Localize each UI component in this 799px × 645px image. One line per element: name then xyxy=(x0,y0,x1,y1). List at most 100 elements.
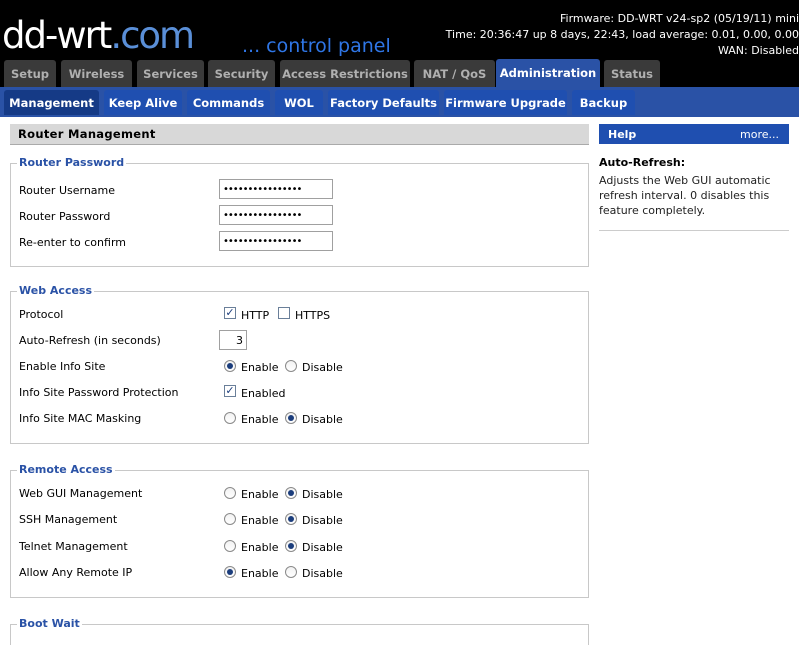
router-username-input[interactable]: •••••••••••••••• xyxy=(219,179,333,199)
info-site-password-checkbox[interactable]: ✓ xyxy=(224,385,236,397)
info-site-password-row: Info Site Password Protection ✓ Enabled xyxy=(19,383,579,403)
anyip-disable-label: Disable xyxy=(302,567,343,580)
firmware-version: Firmware: DD-WRT v24-sp2 (05/19/11) mini xyxy=(560,12,799,25)
page-title: Router Management xyxy=(10,124,589,145)
help-text: Adjusts the Web GUI automatic refresh in… xyxy=(599,174,771,217)
router-username-label: Router Username xyxy=(19,184,116,197)
anyip-disable-radio[interactable] xyxy=(285,566,297,578)
help-title: Help xyxy=(608,128,637,141)
webgui-enable-label: Enable xyxy=(241,488,279,501)
mac-masking-disable-label: Disable xyxy=(302,413,343,426)
control-panel-tagline: ... control panel xyxy=(242,35,391,57)
mac-masking-label: Info Site MAC Masking xyxy=(19,412,142,425)
info-site-enable-label: Enable xyxy=(241,361,279,374)
help-header: Help more... xyxy=(599,124,789,144)
logo-main: dd-wrt xyxy=(2,14,112,57)
subtab-keep-alive[interactable]: Keep Alive xyxy=(104,90,182,115)
info-site-label: Enable Info Site xyxy=(19,360,106,373)
subtab-management[interactable]: Management xyxy=(4,90,99,115)
logo-dot-com: .com xyxy=(110,14,195,57)
router-username-row: Router Username •••••••••••••••• xyxy=(19,179,579,201)
http-checkbox[interactable]: ✓ xyxy=(224,307,236,319)
info-site-row: Enable Info Site Enable Disable xyxy=(19,357,579,377)
main-content: Router Management Router Password Router… xyxy=(10,124,589,645)
mac-masking-enable-label: Enable xyxy=(241,413,279,426)
telnet-management-row: Telnet Management Enable Disable xyxy=(19,537,579,557)
info-site-disable-radio[interactable] xyxy=(285,360,297,372)
webgui-disable-radio[interactable] xyxy=(285,487,297,499)
webgui-enable-radio[interactable] xyxy=(224,487,236,499)
https-checkbox[interactable] xyxy=(278,307,290,319)
boot-wait-legend: Boot Wait xyxy=(17,616,82,632)
https-label: HTTPS xyxy=(295,309,331,322)
telnet-management-label: Telnet Management xyxy=(19,540,128,553)
protocol-row: Protocol ✓ HTTP HTTPS xyxy=(19,305,579,325)
tab-wireless[interactable]: Wireless xyxy=(61,60,132,87)
info-site-disable-label: Disable xyxy=(302,361,343,374)
webgui-management-label: Web GUI Management xyxy=(19,487,143,500)
subtab-firmware-upgrade[interactable]: Firmware Upgrade xyxy=(444,90,567,115)
help-panel: Help more... Auto-Refresh: Adjusts the W… xyxy=(599,124,789,231)
tab-access-restrictions[interactable]: Access Restrictions xyxy=(280,60,410,87)
confirm-password-row: Re-enter to confirm •••••••••••••••• xyxy=(19,231,579,253)
ssh-disable-label: Disable xyxy=(302,514,343,527)
tab-services[interactable]: Services xyxy=(137,60,204,87)
auto-refresh-row: Auto-Refresh (in seconds) 3 xyxy=(19,330,579,351)
dd-wrt-logo: dd-wrt.com xyxy=(2,14,195,58)
mac-masking-enable-radio[interactable] xyxy=(224,412,236,424)
protocol-label: Protocol xyxy=(19,308,64,321)
help-heading: Auto-Refresh: xyxy=(599,156,686,169)
allow-remote-ip-row: Allow Any Remote IP Enable Disable xyxy=(19,563,579,583)
wan-status: WAN: Disabled xyxy=(717,44,799,57)
router-password-row: Router Password •••••••••••••••• xyxy=(19,205,579,227)
tab-nat-qos[interactable]: NAT / QoS xyxy=(414,60,495,87)
ssh-management-row: SSH Management Enable Disable xyxy=(19,510,579,530)
router-password-legend: Router Password xyxy=(17,155,127,171)
subtab-factory-defaults[interactable]: Factory Defaults xyxy=(328,90,439,115)
tab-setup[interactable]: Setup xyxy=(4,60,56,87)
confirm-password-label: Re-enter to confirm xyxy=(19,236,126,249)
info-site-password-option: Enabled xyxy=(241,387,286,400)
mac-masking-row: Info Site MAC Masking Enable Disable xyxy=(19,409,579,429)
anyip-enable-radio[interactable] xyxy=(224,566,236,578)
auto-refresh-label: Auto-Refresh (in seconds) xyxy=(19,334,161,347)
help-divider xyxy=(599,230,789,231)
auto-refresh-input[interactable]: 3 xyxy=(219,330,247,350)
header: dd-wrt.com ... control panel Firmware: D… xyxy=(0,0,799,87)
confirm-password-input[interactable]: •••••••••••••••• xyxy=(219,231,333,251)
web-access-legend: Web Access xyxy=(17,283,95,299)
ssh-enable-label: Enable xyxy=(241,514,279,527)
tab-status[interactable]: Status xyxy=(604,60,660,87)
telnet-disable-radio[interactable] xyxy=(285,540,297,552)
info-site-password-label: Info Site Password Protection xyxy=(19,386,179,399)
sub-tabs: Management Keep Alive Commands WOL Facto… xyxy=(0,87,799,117)
help-more-link[interactable]: more... xyxy=(740,124,779,145)
telnet-enable-radio[interactable] xyxy=(224,540,236,552)
subtab-commands[interactable]: Commands xyxy=(187,90,270,115)
telnet-enable-label: Enable xyxy=(241,541,279,554)
info-site-enable-radio[interactable] xyxy=(224,360,236,372)
router-password-label: Router Password xyxy=(19,210,111,223)
router-password-section: Router Password Router Username ••••••••… xyxy=(10,155,589,267)
boot-wait-section: Boot Wait xyxy=(10,616,589,645)
ssh-enable-radio[interactable] xyxy=(224,513,236,525)
uptime-load: Time: 20:36:47 up 8 days, 22:43, load av… xyxy=(445,28,799,41)
mac-masking-disable-radio[interactable] xyxy=(285,412,297,424)
anyip-enable-label: Enable xyxy=(241,567,279,580)
subtab-backup[interactable]: Backup xyxy=(572,90,635,115)
web-access-section: Web Access Protocol ✓ HTTP HTTPS Auto-Re… xyxy=(10,283,589,444)
remote-access-legend: Remote Access xyxy=(17,462,115,478)
ssh-management-label: SSH Management xyxy=(19,513,118,526)
subtab-wol[interactable]: WOL xyxy=(275,90,323,115)
ssh-disable-radio[interactable] xyxy=(285,513,297,525)
webgui-disable-label: Disable xyxy=(302,488,343,501)
tab-security[interactable]: Security xyxy=(208,60,275,87)
telnet-disable-label: Disable xyxy=(302,541,343,554)
tab-administration[interactable]: Administration xyxy=(496,59,600,87)
http-label: HTTP xyxy=(241,309,270,322)
allow-remote-ip-label: Allow Any Remote IP xyxy=(19,566,133,579)
webgui-management-row: Web GUI Management Enable Disable xyxy=(19,484,579,504)
router-password-input[interactable]: •••••••••••••••• xyxy=(219,205,333,225)
remote-access-section: Remote Access Web GUI Management Enable … xyxy=(10,462,589,598)
system-info: Firmware: DD-WRT v24-sp2 (05/19/11) mini… xyxy=(446,11,799,59)
